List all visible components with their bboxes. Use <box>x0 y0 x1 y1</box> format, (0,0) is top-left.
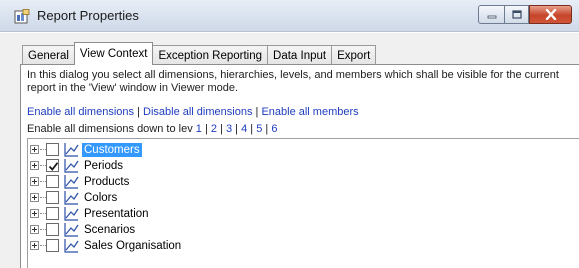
expand-icon[interactable] <box>30 193 39 202</box>
dimension-links: Enable all dimensions | Disable all dime… <box>27 106 359 118</box>
disable-all-dimensions-link[interactable]: Disable all dimensions <box>143 106 252 118</box>
close-icon <box>545 9 556 20</box>
link-separator: | <box>217 123 226 135</box>
report-properties-icon <box>14 9 30 24</box>
expand-icon[interactable] <box>30 145 39 154</box>
hierarchy-icon <box>63 190 79 206</box>
enable-all-dimensions-link[interactable]: Enable all dimensions <box>27 106 134 118</box>
levels-prefix: Enable all dimensions down to lev <box>27 123 193 135</box>
link-separator: | <box>232 123 242 135</box>
tree-item-label[interactable]: Sales Organisation <box>82 239 183 253</box>
tab-general[interactable]: General <box>22 45 75 65</box>
checkmark-icon <box>48 162 59 171</box>
dimension-tree[interactable]: Customers Periods Products Colors Presen… <box>27 138 579 268</box>
tab-export[interactable]: Export <box>331 45 377 65</box>
level-6-link[interactable]: 6 <box>271 123 277 135</box>
maximize-icon <box>511 10 522 19</box>
link-separator: | <box>247 123 257 135</box>
expand-icon[interactable] <box>30 177 39 186</box>
link-separator: | <box>262 123 272 135</box>
dimension-checkbox[interactable] <box>46 191 59 204</box>
tree-item-label[interactable]: Colors <box>82 191 119 205</box>
link-separator: | <box>201 123 211 135</box>
minimize-icon <box>487 15 496 18</box>
tree-item-label[interactable]: Presentation <box>82 207 151 221</box>
minimize-button[interactable] <box>478 5 504 24</box>
window-title: Report Properties <box>37 8 139 23</box>
tab-strip: General View Context Exception Reporting… <box>22 42 377 65</box>
dimension-checkbox[interactable] <box>46 239 59 252</box>
title-bar[interactable]: Report Properties <box>0 0 579 32</box>
dimension-checkbox[interactable] <box>46 175 59 188</box>
expand-icon[interactable] <box>30 209 39 218</box>
link-separator: | <box>134 106 143 118</box>
dimension-checkbox[interactable] <box>46 207 59 220</box>
dialog-description: In this dialog you select all dimensions… <box>27 69 559 94</box>
enable-all-members-link[interactable]: Enable all members <box>261 106 358 118</box>
hierarchy-icon <box>63 222 79 238</box>
hierarchy-icon <box>63 174 79 190</box>
dialog-body: General View Context Exception Reporting… <box>0 33 579 268</box>
tree-item-label[interactable]: Scenarios <box>82 223 137 237</box>
hierarchy-icon <box>63 206 79 222</box>
hierarchy-icon <box>63 238 79 254</box>
tree-item-label[interactable]: Customers <box>82 143 142 157</box>
hierarchy-icon <box>63 142 79 158</box>
view-context-panel: In this dialog you select all dimensions… <box>20 64 579 268</box>
expand-icon[interactable] <box>30 241 39 250</box>
tab-exception-reporting[interactable]: Exception Reporting <box>152 45 269 65</box>
close-button[interactable] <box>529 5 572 24</box>
hierarchy-icon <box>63 158 79 174</box>
expand-icon[interactable] <box>30 161 39 170</box>
tree-item-label[interactable]: Products <box>82 175 131 189</box>
dimension-checkbox[interactable] <box>46 159 59 172</box>
expand-icon[interactable] <box>30 225 39 234</box>
tree-item-label[interactable]: Periods <box>82 159 125 173</box>
level-links: Enable all dimensions down to lev 1 | 2 … <box>27 123 277 135</box>
maximize-button[interactable] <box>504 5 529 24</box>
tab-data-input[interactable]: Data Input <box>267 45 333 65</box>
dimension-checkbox[interactable] <box>46 143 59 156</box>
dimension-checkbox[interactable] <box>46 223 59 236</box>
tab-view-context[interactable]: View Context <box>73 42 154 65</box>
